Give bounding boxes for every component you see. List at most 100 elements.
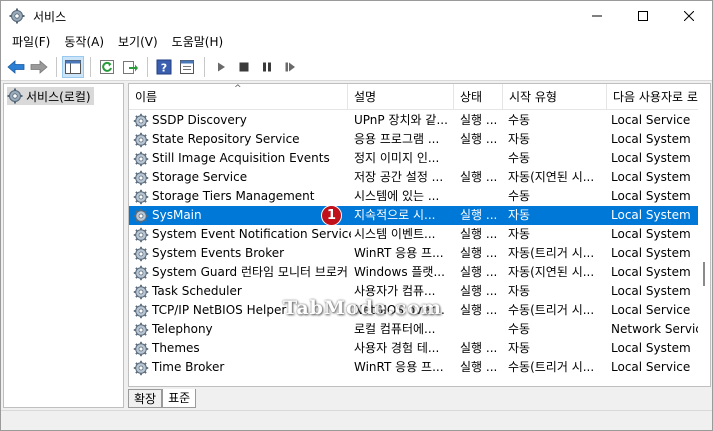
service-name: Storage Service xyxy=(152,170,248,184)
close-button[interactable] xyxy=(666,1,712,31)
menu-file[interactable]: 파일(F) xyxy=(5,31,57,53)
export-icon xyxy=(123,60,138,74)
restart-icon xyxy=(285,62,295,71)
cell-name: System Event Notification Service xyxy=(133,225,351,244)
help-button[interactable]: ? xyxy=(153,56,175,78)
table-row[interactable]: Time Broker WinRT 응용 프... 실행 ... 수동(트리거 시..… xyxy=(129,358,699,377)
column-header-description[interactable]: 설명 xyxy=(348,84,454,110)
service-name: System Guard 런타임 모니터 브로커 xyxy=(152,265,348,279)
cell-description: 지속적으로 시... xyxy=(354,208,436,222)
properties-button[interactable] xyxy=(176,56,198,78)
cell-description: 사용자 경험 테... xyxy=(354,341,440,355)
forward-button[interactable] xyxy=(28,56,50,78)
cell-startup-type: 자동 xyxy=(508,132,531,146)
cell-status: 실행 ... xyxy=(460,208,498,222)
service-gear-icon xyxy=(133,341,149,356)
cell-log-on-as: Local Service xyxy=(611,113,691,127)
service-name: Task Scheduler xyxy=(152,284,242,298)
service-gear-icon xyxy=(133,132,149,147)
services-list[interactable]: 이름 ^ 설명 상태 시작 유형 다음 사용자로 로 SSDP Discover… xyxy=(128,83,711,387)
service-gear-icon xyxy=(133,170,149,185)
start-service-button[interactable] xyxy=(210,56,232,78)
table-row[interactable]: Storage Service 저장 공간 설정 ... 실행 ... 자동(지연된 … xyxy=(129,168,699,187)
table-row[interactable]: System Guard 런타임 모니터 브로커 Windows 플랫... 실행 … xyxy=(129,263,699,282)
cell-description: 로컬 컴퓨터에... xyxy=(354,322,436,336)
cell-log-on-as: Local System xyxy=(611,189,691,203)
cell-log-on-as: Local System xyxy=(611,208,691,222)
console-tree[interactable]: 서비스(로컬) xyxy=(3,83,124,408)
table-row[interactable]: SysMain 지속적으로 시... 실행 ... 자동 Local System xyxy=(129,206,699,225)
menu-help[interactable]: 도움말(H) xyxy=(165,31,231,53)
cell-status: 실행 ... xyxy=(460,227,498,241)
table-row[interactable]: Themes 사용자 경험 테... 실행 ... 자동 Local System xyxy=(129,339,699,358)
service-gear-icon xyxy=(133,189,149,204)
status-bar xyxy=(1,410,712,430)
cell-status: 실행 ... xyxy=(460,170,498,184)
cell-log-on-as: Local System xyxy=(611,132,691,146)
cell-name: Storage Tiers Management xyxy=(133,187,351,206)
stop-service-button[interactable] xyxy=(233,56,255,78)
cell-startup-type: 자동(지연된 시... xyxy=(508,170,595,184)
table-row[interactable]: State Repository Service 응용 프로그램 ... 실행 ..… xyxy=(129,130,699,149)
cell-description: 시스템 이벤트... xyxy=(354,227,436,241)
cell-name: State Repository Service xyxy=(133,130,351,149)
table-row[interactable]: Telephony 로컬 컴퓨터에... 수동 Network Service xyxy=(129,320,699,339)
pause-icon xyxy=(263,62,271,71)
tab-extended[interactable]: 확장 xyxy=(128,389,163,408)
cell-description: 응용 프로그램 ... xyxy=(354,132,440,146)
column-header-log-on-as[interactable]: 다음 사용자로 로 xyxy=(607,84,699,110)
cell-name: System Events Broker xyxy=(133,244,351,263)
show-tree-icon xyxy=(65,59,81,74)
cell-startup-type: 수동(트리거 시... xyxy=(508,360,595,374)
table-row[interactable]: Still Image Acquisition Events 정지 이미지 인..… xyxy=(129,149,699,168)
watermark-text: TabMode.com xyxy=(283,297,442,319)
cell-status: 실행 ... xyxy=(460,360,498,374)
refresh-button[interactable] xyxy=(96,56,118,78)
export-list-button[interactable] xyxy=(119,56,141,78)
minimize-button[interactable] xyxy=(574,1,620,31)
service-name: System Event Notification Service xyxy=(152,227,351,241)
cell-startup-type: 자동(지연된 시... xyxy=(508,265,595,279)
table-row[interactable]: Storage Tiers Management 시스템에 있는 ... 수동 Loc… xyxy=(129,187,699,206)
title-bar[interactable]: 서비스 xyxy=(1,1,712,31)
column-header-startup-type[interactable]: 시작 유형 xyxy=(503,84,607,110)
scrollbar-thumb[interactable] xyxy=(703,262,705,286)
maximize-button[interactable] xyxy=(620,1,666,31)
show-tree-button[interactable] xyxy=(62,55,84,78)
cell-name: System Guard 런타임 모니터 브로커 xyxy=(133,263,351,282)
service-name: System Events Broker xyxy=(152,246,285,260)
list-rows: SSDP Discovery UPnP 장치와 같... 실행 ... 수동 Local… xyxy=(129,111,699,377)
cell-status: 실행 ... xyxy=(460,132,498,146)
tab-standard[interactable]: 표준 xyxy=(162,389,197,408)
sort-ascending-icon: ^ xyxy=(234,84,242,94)
restart-service-button[interactable] xyxy=(279,56,301,78)
refresh-icon xyxy=(100,59,114,74)
cell-description: 저장 공간 설정 ... xyxy=(354,170,444,184)
menu-bar: 파일(F) 동작(A) 보기(V) 도움말(H) xyxy=(1,31,712,53)
pause-service-button[interactable] xyxy=(256,56,278,78)
column-header-status[interactable]: 상태 xyxy=(454,84,503,110)
cell-description: WinRT 응용 프... xyxy=(354,360,444,374)
toolbar-separator xyxy=(90,56,91,77)
back-button[interactable] xyxy=(5,56,27,78)
cell-log-on-as: Local System xyxy=(611,227,691,241)
cell-status xyxy=(460,320,504,339)
cell-log-on-as: Local System xyxy=(611,284,691,298)
table-row[interactable]: System Events Broker WinRT 응용 프... 실행 ... 자… xyxy=(129,244,699,263)
cell-startup-type: 수동 xyxy=(508,113,531,127)
cell-log-on-as: Local Service xyxy=(611,360,691,374)
service-gear-icon xyxy=(133,246,149,261)
cell-description: WinRT 응용 프... xyxy=(354,246,444,260)
cell-status: 실행 ... xyxy=(460,284,498,298)
menu-view[interactable]: 보기(V) xyxy=(111,31,165,53)
menu-action[interactable]: 동작(A) xyxy=(57,31,111,53)
table-row[interactable]: System Event Notification Service 시스템 이벤트… xyxy=(129,225,699,244)
service-name: Themes xyxy=(152,341,200,355)
cell-log-on-as: Network Service xyxy=(611,322,699,336)
tree-item-services-local[interactable]: 서비스(로컬) xyxy=(7,87,94,105)
back-arrow-icon xyxy=(7,59,25,74)
table-row[interactable]: SSDP Discovery UPnP 장치와 같... 실행 ... 수동 Local… xyxy=(129,111,699,130)
vertical-scrollbar[interactable] xyxy=(698,84,710,386)
cell-name: SysMain xyxy=(133,206,351,225)
cell-description: UPnP 장치와 같... xyxy=(354,113,448,127)
